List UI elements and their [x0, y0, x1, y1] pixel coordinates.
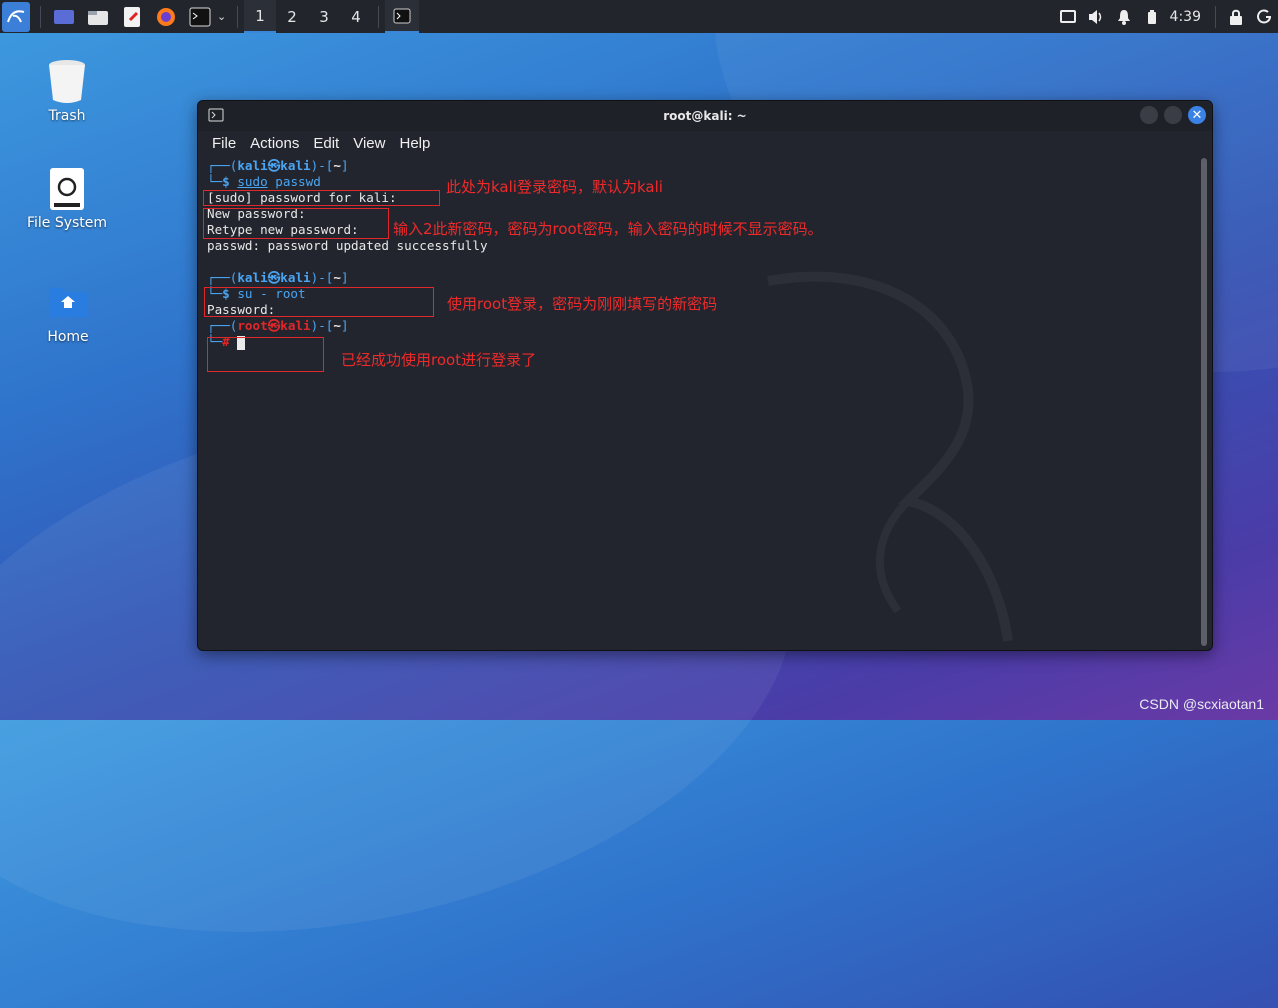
desktop-icon-label: Home [47, 329, 89, 345]
desktop-icon-trash[interactable]: Trash [12, 58, 122, 124]
clock[interactable]: 4:39 [1170, 9, 1201, 25]
logout-icon[interactable] [1250, 0, 1278, 33]
annotation-box [203, 208, 389, 239]
scrollbar[interactable] [1201, 158, 1207, 646]
separator [237, 5, 238, 28]
show-desktop-icon[interactable] [51, 4, 77, 30]
menu-bar: File Actions Edit View Help [198, 131, 1212, 155]
separator [40, 5, 41, 28]
close-icon: ✕ [1191, 107, 1203, 123]
workspace-1[interactable]: 1 [244, 0, 276, 33]
maximize-button[interactable] [1164, 106, 1182, 124]
display-icon[interactable] [1054, 0, 1082, 33]
kali-menu-icon[interactable] [2, 1, 30, 32]
desktop-icon-file-system[interactable]: File System [12, 167, 122, 231]
terminal-window-icon [208, 108, 224, 125]
command-line: └─$ sudo passwd [207, 174, 321, 189]
drive-icon [50, 168, 84, 210]
terminal-launcher-icon[interactable] [187, 4, 213, 30]
file-manager-icon[interactable] [85, 4, 111, 30]
lock-icon[interactable] [1222, 0, 1250, 33]
trash-icon [49, 60, 85, 103]
minimize-button[interactable] [1140, 106, 1158, 124]
separator [1215, 5, 1216, 28]
prompt-line: ┌──(root㉿kali)-[~] [207, 318, 349, 333]
battery-icon[interactable] [1138, 0, 1166, 33]
notification-bell-icon[interactable] [1110, 0, 1138, 33]
annotation-box [207, 337, 324, 372]
menu-actions[interactable]: Actions [250, 135, 299, 152]
workspace-2[interactable]: 2 [276, 0, 308, 33]
prompt-line: ┌──(kali㉿kali)-[~] [207, 270, 349, 285]
firefox-icon[interactable] [153, 4, 179, 30]
workspace-4[interactable]: 4 [340, 0, 372, 33]
command-line: └─# [207, 334, 1196, 350]
menu-view[interactable]: View [353, 135, 385, 152]
chevron-down-icon[interactable]: ⌄ [217, 10, 231, 23]
annotation-text: 已经成功使用root进行登录了 [341, 351, 537, 369]
workspace-3[interactable]: 3 [308, 0, 340, 33]
terminal-task-button[interactable] [385, 0, 419, 33]
menu-file[interactable]: File [212, 135, 236, 152]
annotation-text: 输入2此新密码，密码为root密码，输入密码的时候不显示密码。 [393, 220, 823, 238]
close-button[interactable]: ✕ [1188, 106, 1206, 124]
desktop-icon-label: Trash [48, 108, 86, 124]
annotation-text: 此处为kali登录密码，默认为kali [446, 178, 663, 196]
annotation-box [203, 190, 440, 206]
prompt-line: ┌──(kali㉿kali)-[~] [207, 158, 349, 173]
watermark: CSDN @scxiaotan1 [1139, 696, 1264, 712]
taskbar: ⌄ 1 2 3 4 4:39 [0, 0, 1278, 33]
output-line: passwd: password updated successfully [207, 238, 488, 253]
home-folder-icon [49, 288, 87, 317]
terminal-window[interactable]: root@kali: ~ ✕ File Actions Edit View He… [197, 100, 1213, 651]
menu-edit[interactable]: Edit [313, 135, 339, 152]
separator [378, 5, 379, 28]
system-tray: 4:39 [1054, 0, 1278, 33]
annotation-text: 使用root登录，密码为刚刚填写的新密码 [447, 295, 718, 313]
volume-icon[interactable] [1082, 0, 1110, 33]
desktop-icon-label: File System [26, 215, 108, 231]
annotation-box [204, 287, 434, 317]
window-titlebar[interactable]: root@kali: ~ ✕ [198, 101, 1212, 131]
text-editor-icon[interactable] [119, 4, 145, 30]
desktop-icon-home[interactable]: Home [13, 283, 123, 345]
window-title: root@kali: ~ [663, 109, 747, 123]
menu-help[interactable]: Help [399, 135, 430, 152]
